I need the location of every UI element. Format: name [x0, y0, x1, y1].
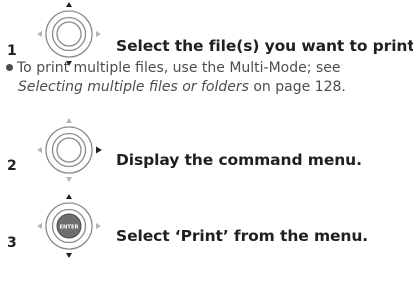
enter-dial-icon: ENTER: [37, 194, 101, 258]
step-title: Display the command menu.: [116, 151, 362, 169]
step-title: Select ‘Print’ from the menu.: [116, 227, 369, 245]
step-number: 1: [7, 43, 17, 59]
note: To print multiple files, use the Multi-M…: [6, 59, 346, 97]
note-line-1: To print multiple files, use the Multi-M…: [17, 60, 341, 76]
step-number: 3: [7, 235, 17, 251]
note-page-reference: on page 128.: [248, 79, 346, 95]
cursor-dial-right-icon: [37, 118, 102, 182]
cross-reference-link[interactable]: Selecting multiple files or folders: [18, 79, 249, 95]
step-title: Select the file(s) you want to print.: [116, 37, 413, 55]
bullet-icon: [6, 63, 13, 71]
cursor-dial-up-down-icon: [37, 2, 101, 66]
enter-label: ENTER: [60, 225, 79, 231]
step-number: 2: [7, 158, 17, 174]
